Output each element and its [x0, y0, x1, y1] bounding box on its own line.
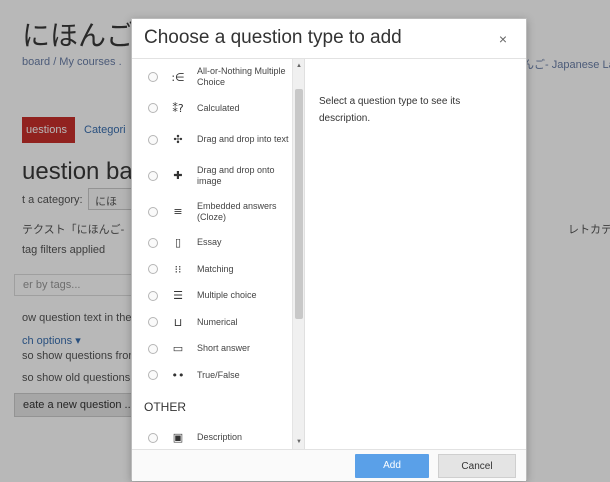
- question-type-option[interactable]: ⁝⁝ Matching: [132, 256, 304, 283]
- description-icon: ▣: [172, 431, 184, 445]
- radio-button[interactable]: [148, 370, 158, 381]
- question-type-option[interactable]: ⊔ Numerical: [132, 309, 304, 336]
- radio-button[interactable]: [148, 290, 158, 301]
- cloze-icon: ≡: [173, 205, 183, 218]
- radio-button[interactable]: [148, 72, 158, 82]
- question-type-label: Matching: [197, 263, 234, 274]
- radio-button[interactable]: [148, 103, 158, 114]
- question-type-option[interactable]: •• True/False: [132, 362, 304, 389]
- radio-button[interactable]: [148, 134, 158, 145]
- radio-button[interactable]: [148, 170, 158, 181]
- question-type-label: Drag and drop onto image: [197, 164, 275, 186]
- dialog-title: Choose a question type to add: [144, 27, 402, 48]
- other-section-heading: OTHER: [144, 399, 186, 414]
- scroll-up-icon[interactable]: ▲: [293, 61, 305, 71]
- question-type-option[interactable]: ≡ Embedded answers (Cloze): [132, 194, 304, 230]
- page: にほんご- . board / My courses . んご- Japanes…: [0, 0, 610, 482]
- dialog-body: :∈ All-or-Nothing Multiple Choice ⁑? Calcul…: [132, 59, 526, 449]
- question-type-option[interactable]: ☰ Multiple choice: [132, 283, 304, 310]
- question-type-label: Drag and drop into text: [197, 134, 289, 144]
- matching-icon: ⁝⁝: [174, 262, 182, 276]
- question-type-label: Short answer: [197, 343, 251, 354]
- radio-button[interactable]: [148, 264, 158, 275]
- numerical-icon: ⊔: [173, 315, 183, 329]
- question-type-label: Multiple choice: [197, 290, 257, 301]
- question-type-option[interactable]: ⁑? Calculated: [132, 95, 304, 122]
- question-type-label: Calculated: [197, 102, 240, 113]
- question-type-description: Select a question type to see its descri…: [319, 96, 461, 124]
- options-scrollbar[interactable]: ▲ ▼: [292, 59, 304, 449]
- short-answer-icon: ▭: [172, 342, 184, 356]
- radio-button[interactable]: [148, 237, 158, 248]
- question-type-label: Numerical: [197, 316, 238, 327]
- question-type-option[interactable]: ✚ Drag and drop onto image: [132, 158, 304, 194]
- question-type-option[interactable]: ▣ Description: [132, 425, 304, 450]
- question-type-list: :∈ All-or-Nothing Multiple Choice ⁑? Calcul…: [132, 59, 305, 449]
- drag-drop-text-icon: ✣: [173, 133, 183, 146]
- radio-button[interactable]: [148, 206, 158, 217]
- question-type-label: True/False: [197, 369, 240, 380]
- radio-button[interactable]: [148, 432, 158, 443]
- drag-drop-image-icon: ✚: [173, 169, 183, 182]
- scroll-down-icon[interactable]: ▼: [293, 437, 305, 447]
- question-type-label: All-or-Nothing Multiple Choice: [197, 66, 286, 87]
- question-type-dialog: Choose a question type to add × :∈ All-or…: [131, 18, 527, 481]
- scroll-thumb[interactable]: [295, 89, 303, 319]
- radio-button[interactable]: [148, 343, 158, 354]
- question-type-option[interactable]: ▭ Short answer: [132, 336, 304, 363]
- add-button[interactable]: Add: [355, 454, 429, 478]
- essay-icon: ▯: [174, 236, 182, 250]
- multiple-choice-icon: ☰: [173, 289, 183, 303]
- dialog-header: Choose a question type to add ×: [132, 19, 526, 59]
- question-type-option[interactable]: ✣ Drag and drop into text: [132, 122, 304, 158]
- question-type-label: Description: [197, 432, 243, 443]
- radio-button[interactable]: [148, 317, 158, 328]
- close-icon[interactable]: ×: [496, 32, 510, 46]
- true-false-icon: ••: [171, 368, 185, 382]
- question-type-option[interactable]: ▯ Essay: [132, 230, 304, 257]
- all-or-nothing-icon: :∈: [171, 70, 185, 84]
- dialog-footer: Add Cancel: [132, 449, 526, 481]
- question-type-label: Embedded answers (Cloze): [197, 200, 277, 222]
- cancel-button[interactable]: Cancel: [438, 454, 516, 478]
- question-type-option[interactable]: :∈ All-or-Nothing Multiple Choice: [132, 59, 304, 95]
- calculated-icon: ⁑?: [172, 101, 184, 115]
- question-type-label: Essay: [197, 237, 222, 248]
